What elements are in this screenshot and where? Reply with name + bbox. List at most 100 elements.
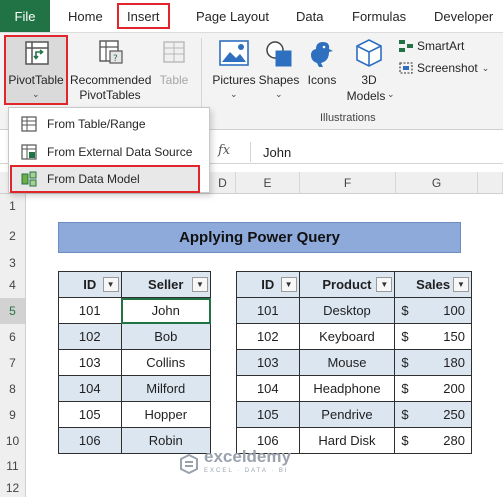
filter-dropdown-icon[interactable]: ▼ xyxy=(280,276,297,292)
svg-text:?: ? xyxy=(113,54,118,64)
watermark-name: exceldemy xyxy=(204,447,291,466)
chevron-down-icon: ⌄ xyxy=(387,89,395,99)
table-cell[interactable]: Bob xyxy=(120,323,212,350)
table-row: 105 Hopper xyxy=(58,401,212,428)
table-cell[interactable]: 103 xyxy=(236,349,300,376)
external-data-icon xyxy=(21,144,37,160)
table-cell[interactable]: $280 xyxy=(394,427,472,454)
table-cell[interactable]: Pendrive xyxy=(298,401,396,428)
menu-item-from-external-data-source[interactable]: From External Data Source xyxy=(9,139,209,165)
shapes-button[interactable]: Shapes ⌄ xyxy=(258,35,300,105)
table-cell[interactable]: 104 xyxy=(58,375,122,402)
table-cell[interactable]: $150 xyxy=(394,323,472,350)
row-header-3[interactable]: 3 xyxy=(0,255,26,271)
table-cell[interactable]: Milford xyxy=(120,375,212,402)
pivot-table-label: PivotTable xyxy=(8,73,64,87)
column-header-d[interactable]: D xyxy=(210,172,236,194)
pivot-table-button[interactable]: PivotTable ⌄ xyxy=(4,35,68,105)
fx-icon[interactable]: fx xyxy=(218,143,230,158)
table-header-sales: Sales ▼ xyxy=(394,271,472,298)
sheet-title: Applying Power Query xyxy=(58,222,461,253)
filter-dropdown-icon[interactable]: ▼ xyxy=(453,276,469,292)
row-header-12[interactable]: 12 xyxy=(0,478,26,497)
3d-models-button[interactable]: 3D Models ⌄ xyxy=(343,35,395,105)
table-cell[interactable]: Headphone xyxy=(298,375,396,402)
row-header-11[interactable]: 11 xyxy=(0,454,26,478)
tab-page-layout[interactable]: Page Layout xyxy=(196,0,269,32)
active-cell[interactable]: John xyxy=(120,297,212,324)
table-button[interactable]: Table xyxy=(152,35,196,105)
menu-item-label: From External Data Source xyxy=(47,145,193,159)
table-cell[interactable]: Desktop xyxy=(298,297,396,324)
tab-insert[interactable]: Insert xyxy=(117,3,170,29)
table-cell[interactable]: $200 xyxy=(394,375,472,402)
table-cell[interactable]: $100 xyxy=(394,297,472,324)
table-cell[interactable]: 105 xyxy=(236,401,300,428)
tab-file[interactable]: File xyxy=(0,0,50,32)
tab-home[interactable]: Home xyxy=(68,0,103,32)
table-cell[interactable]: 104 xyxy=(236,375,300,402)
row-header-1[interactable]: 1 xyxy=(0,194,26,217)
table-row: 104 Headphone $200 xyxy=(236,375,472,402)
table-cell[interactable]: 101 xyxy=(236,297,300,324)
pictures-icon xyxy=(219,40,249,66)
table-cell[interactable]: $180 xyxy=(394,349,472,376)
row-header-9[interactable]: 9 xyxy=(0,402,26,428)
formula-input[interactable]: John xyxy=(250,142,503,162)
table-cell[interactable]: Keyboard xyxy=(298,323,396,350)
table-row: 102 Keyboard $150 xyxy=(236,323,472,350)
table-cell[interactable]: 102 xyxy=(236,323,300,350)
icons-gallery-icon xyxy=(311,42,333,67)
table-cell[interactable]: 103 xyxy=(58,349,122,376)
table-row: 101 John xyxy=(58,297,212,324)
table-row: 104 Milford xyxy=(58,375,212,402)
table-cell[interactable]: 106 xyxy=(58,427,122,454)
filter-dropdown-icon[interactable]: ▼ xyxy=(192,276,208,292)
column-header-e[interactable]: E xyxy=(236,172,300,194)
screenshot-button[interactable]: Screenshot ⌄ xyxy=(398,59,503,77)
data-model-icon xyxy=(21,171,37,187)
filter-dropdown-icon[interactable]: ▼ xyxy=(102,276,119,292)
row-header-2[interactable]: 2 xyxy=(0,217,26,255)
row-header-4[interactable]: 4 xyxy=(0,271,26,298)
table-icon xyxy=(163,41,185,63)
menu-item-from-table-range[interactable]: From Table/Range xyxy=(9,111,209,137)
recommended-pivottables-button[interactable]: ? Recommended PivotTables xyxy=(70,35,151,105)
table-range-icon xyxy=(21,116,37,132)
chevron-down-icon: ⌄ xyxy=(230,89,238,99)
chevron-down-icon: ⌄ xyxy=(275,89,283,99)
smartart-button[interactable]: SmartArt xyxy=(398,37,498,55)
tab-data[interactable]: Data xyxy=(296,0,323,32)
table-header-seller: Seller ▼ xyxy=(120,271,212,298)
table-cell[interactable]: 101 xyxy=(58,297,122,324)
table-cell[interactable]: 102 xyxy=(58,323,122,350)
table-cell[interactable]: Hard Disk xyxy=(298,427,396,454)
tab-developer[interactable]: Developer xyxy=(434,0,493,32)
smartart-label: SmartArt xyxy=(417,38,465,53)
row-header-5[interactable]: 5 xyxy=(0,298,26,324)
row-header-8[interactable]: 8 xyxy=(0,376,26,402)
column-header-f[interactable]: F xyxy=(300,172,396,194)
tab-formulas[interactable]: Formulas xyxy=(352,0,406,32)
filter-dropdown-icon[interactable]: ▼ xyxy=(376,276,393,292)
column-header[interactable] xyxy=(478,172,503,194)
pictures-button[interactable]: Pictures ⌄ xyxy=(210,35,258,105)
pivot-table-icon xyxy=(25,41,49,65)
product-sales-table: ID ▼ Product ▼ Sales ▼ 101 Desktop $100 102… xyxy=(236,271,472,454)
table-cell[interactable]: Mouse xyxy=(298,349,396,376)
row-header-6[interactable]: 6 xyxy=(0,324,26,350)
recommended-pivottables-icon: ? xyxy=(99,40,123,64)
row-header-7[interactable]: 7 xyxy=(0,350,26,376)
row-header-10[interactable]: 10 xyxy=(0,428,26,454)
table-cell[interactable]: Hopper xyxy=(120,401,212,428)
menu-item-from-data-model[interactable]: From Data Model xyxy=(10,165,200,193)
icons-button[interactable]: Icons xyxy=(302,35,342,105)
table-row: 101 Desktop $100 xyxy=(236,297,472,324)
table-row: 103 Mouse $180 xyxy=(236,349,472,376)
table-cell[interactable]: $250 xyxy=(394,401,472,428)
table-cell[interactable]: Collins xyxy=(120,349,212,376)
3d-models-label-line1: 3D xyxy=(361,73,377,87)
shapes-label: Shapes xyxy=(258,73,300,87)
table-cell[interactable]: 105 xyxy=(58,401,122,428)
column-header-g[interactable]: G xyxy=(396,172,478,194)
